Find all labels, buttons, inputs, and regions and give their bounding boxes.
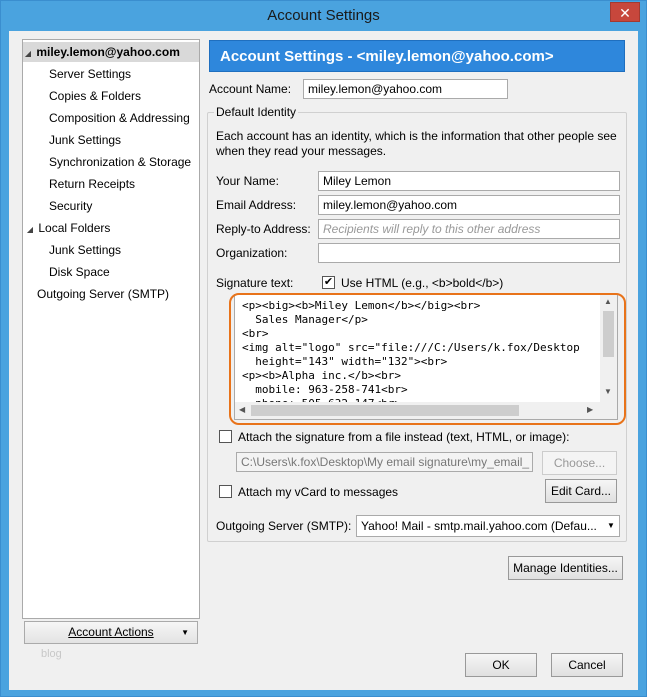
use-html-label: Use HTML (e.g., <b>bold</b>): [341, 276, 504, 290]
tree-local-folders[interactable]: ◢ Local Folders: [25, 218, 110, 238]
tree-item-outgoing-smtp[interactable]: Outgoing Server (SMTP): [37, 284, 169, 304]
edit-card-button[interactable]: Edit Card...: [545, 479, 617, 503]
account-tree[interactable]: ◢ miley.lemon@yahoo.com Server Settings …: [22, 39, 200, 619]
your-name-label: Your Name:: [216, 174, 279, 188]
tree-item-return-receipts[interactable]: Return Receipts: [49, 174, 135, 194]
tree-item-security[interactable]: Security: [49, 196, 92, 216]
tree-item-server-settings[interactable]: Server Settings: [49, 64, 131, 84]
expand-triangle-icon[interactable]: ◢: [23, 44, 33, 64]
signature-text-label: Signature text:: [216, 276, 294, 290]
page-title-banner: Account Settings - <miley.lemon@yahoo.co…: [209, 40, 625, 72]
signature-file-path-input[interactable]: C:\Users\k.fox\Desktop\My email signatur…: [236, 452, 533, 472]
dialog-client: ◢ miley.lemon@yahoo.com Server Settings …: [9, 31, 638, 690]
ok-button[interactable]: OK: [465, 653, 537, 677]
account-actions-label: Account Actions: [68, 625, 154, 639]
dropdown-arrow-icon: ▼: [181, 628, 189, 637]
default-identity-title: Default Identity: [214, 105, 299, 119]
signature-highlight-outline: [229, 293, 626, 425]
attach-vcard-label: Attach my vCard to messages: [238, 485, 399, 499]
outgoing-server-value: Yahoo! Mail - smtp.mail.yahoo.com (Defau…: [361, 519, 597, 533]
manage-identities-button[interactable]: Manage Identities...: [508, 556, 623, 580]
tree-item-disk-space[interactable]: Disk Space: [49, 262, 110, 282]
account-name-label: Account Name:: [209, 82, 292, 96]
tree-item-composition[interactable]: Composition & Addressing: [49, 108, 190, 128]
attach-file-label: Attach the signature from a file instead…: [238, 430, 570, 444]
attach-file-checkbox[interactable]: [219, 430, 232, 443]
close-button[interactable]: ✕: [610, 2, 640, 22]
tree-account-label: miley.lemon@yahoo.com: [36, 45, 180, 59]
tree-account-item[interactable]: ◢ miley.lemon@yahoo.com: [23, 42, 199, 62]
email-address-label: Email Address:: [216, 198, 297, 212]
email-address-input[interactable]: miley.lemon@yahoo.com: [318, 195, 620, 215]
tree-local-folders-label: Local Folders: [38, 221, 111, 235]
account-name-input[interactable]: miley.lemon@yahoo.com: [303, 79, 508, 99]
organization-label: Organization:: [216, 246, 288, 260]
attach-vcard-checkbox[interactable]: [219, 485, 232, 498]
use-html-checkbox[interactable]: ✔: [322, 276, 335, 289]
account-settings-window: Account Settings ✕ ◢ miley.lemon@yahoo.c…: [0, 0, 647, 697]
reply-to-input[interactable]: Recipients will reply to this other addr…: [318, 219, 620, 239]
tree-item-copies-folders[interactable]: Copies & Folders: [49, 86, 141, 106]
reply-to-label: Reply-to Address:: [216, 222, 311, 236]
organization-input[interactable]: [318, 243, 620, 263]
tree-item-local-junk[interactable]: Junk Settings: [49, 240, 121, 260]
cancel-button[interactable]: Cancel: [551, 653, 623, 677]
your-name-input[interactable]: Miley Lemon: [318, 171, 620, 191]
expand-triangle-icon[interactable]: ◢: [25, 220, 35, 240]
dropdown-arrow-icon: ▼: [603, 516, 619, 536]
account-actions-button[interactable]: Account Actions ▼: [24, 621, 198, 644]
choose-file-button[interactable]: Choose...: [542, 451, 617, 475]
window-title: Account Settings: [267, 7, 380, 24]
watermark-text: blog: [41, 648, 62, 660]
outgoing-server-select[interactable]: Yahoo! Mail - smtp.mail.yahoo.com (Defau…: [356, 515, 620, 537]
tree-item-sync-storage[interactable]: Synchronization & Storage: [49, 152, 191, 172]
identity-description: Each account has an identity, which is t…: [216, 129, 617, 158]
tree-item-junk-settings[interactable]: Junk Settings: [49, 130, 121, 150]
outgoing-server-label: Outgoing Server (SMTP):: [216, 519, 352, 533]
